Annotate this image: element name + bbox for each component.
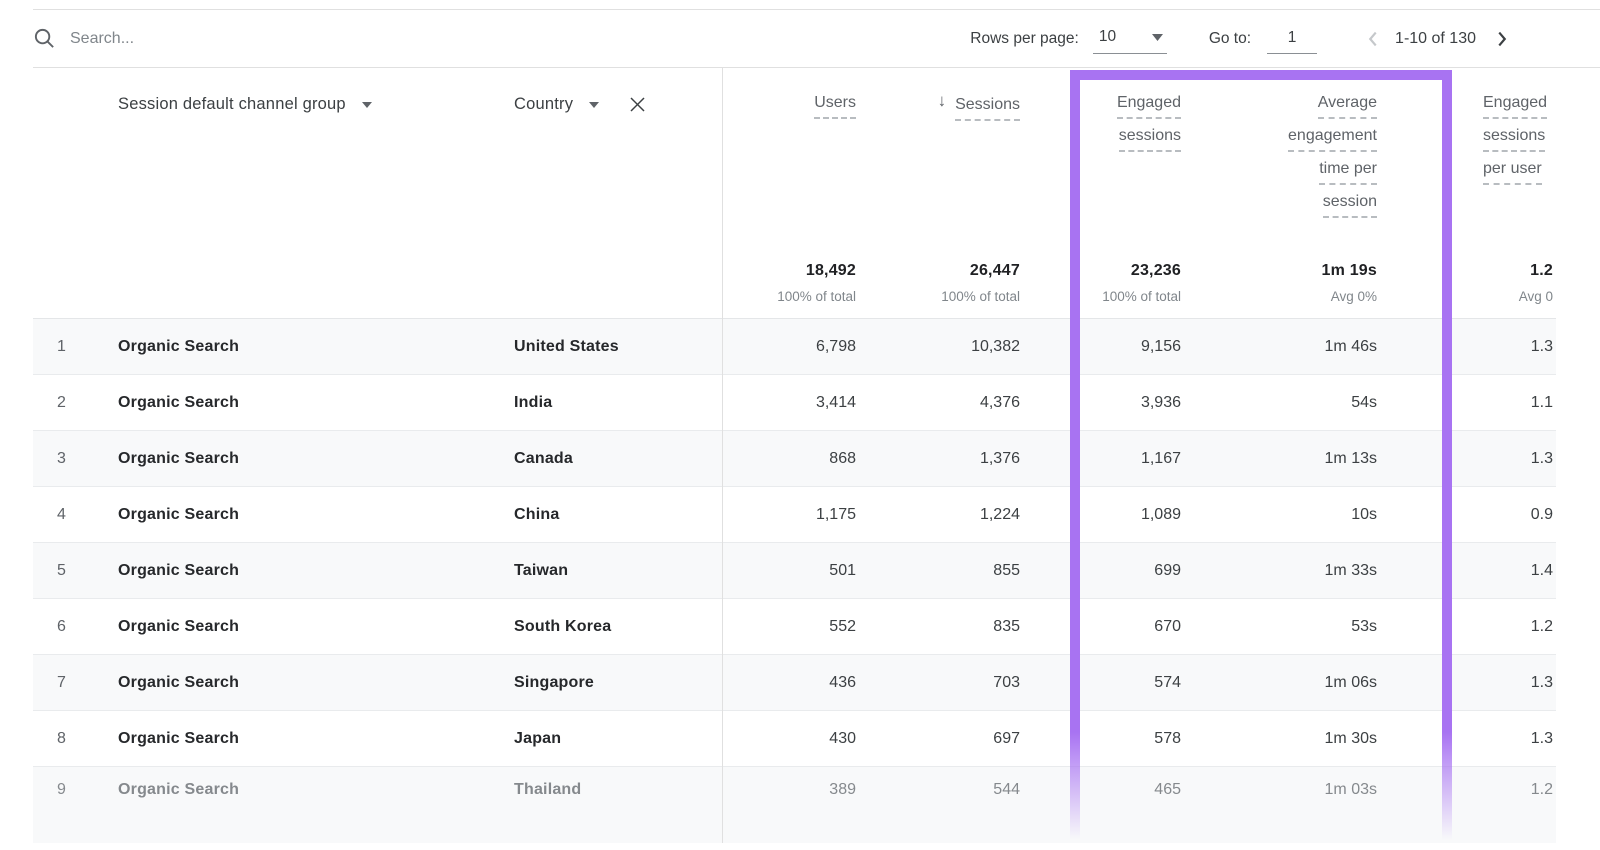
table-row: 4 Organic Search China 1,175 1,224 1,089… xyxy=(33,487,1556,543)
sessions-header-label: Sessions xyxy=(955,97,1020,121)
engaged-sessions-per-user-total: 1.2 Avg 0 xyxy=(1393,262,1556,318)
highlight-box-top xyxy=(1070,70,1452,80)
table-row: 5 Organic Search Taiwan 501 855 699 1m 3… xyxy=(33,543,1556,599)
table-row: 9 Organic Search Thailand 389 544 465 1m… xyxy=(33,767,1556,843)
column-header-sessions[interactable]: ↓ Sessions 26,447 100% of total xyxy=(872,68,1036,318)
table-row: 7 Organic Search Singapore 436 703 574 1… xyxy=(33,655,1556,711)
engaged-sessions-total: 23,236 100% of total xyxy=(1036,262,1197,318)
go-to-page-input[interactable]: 1 xyxy=(1267,24,1317,54)
column-header-engaged-sessions[interactable]: Engaged sessions 23,236 100% of total xyxy=(1036,68,1197,318)
column-header-avg-engagement-time[interactable]: Average engagement time per session 1m 1… xyxy=(1197,68,1393,318)
pagination-controls: Rows per page: 10 Go to: 1 1-10 of 130 xyxy=(970,24,1514,54)
pagination-range: 1-10 of 130 xyxy=(1395,30,1476,48)
search-input[interactable]: Search... xyxy=(33,27,970,50)
table-toolbar: Search... Rows per page: 10 Go to: 1 1-1… xyxy=(33,10,1600,68)
sessions-total: 26,447 100% of total xyxy=(872,262,1036,318)
column-header-channel-group[interactable]: Session default channel group xyxy=(90,68,490,318)
row-number-header xyxy=(33,68,90,318)
highlight-box-right xyxy=(1442,70,1452,840)
select-arrow-icon xyxy=(1152,34,1163,41)
highlight-box-left xyxy=(1070,70,1080,840)
rows-per-page-label: Rows per page: xyxy=(970,30,1079,48)
analytics-table-page: Search... Rows per page: 10 Go to: 1 1-1… xyxy=(0,0,1600,850)
dropdown-arrow-icon[interactable] xyxy=(362,102,372,108)
column-group-divider xyxy=(722,68,723,843)
search-placeholder: Search... xyxy=(70,30,134,48)
avg-engagement-time-total: 1m 19s Avg 0% xyxy=(1197,262,1393,318)
previous-page-button[interactable] xyxy=(1361,27,1385,51)
table-row: 1 Organic Search United States 6,798 10,… xyxy=(33,319,1556,375)
next-page-button[interactable] xyxy=(1490,27,1514,51)
users-total: 18,492 100% of total xyxy=(722,262,872,318)
table-row: 3 Organic Search Canada 868 1,376 1,167 … xyxy=(33,431,1556,487)
rows-per-page-value: 10 xyxy=(1099,28,1116,46)
go-to-page-value: 1 xyxy=(1288,29,1297,47)
go-to-label: Go to: xyxy=(1209,30,1251,48)
dropdown-arrow-icon[interactable] xyxy=(589,102,599,108)
channel-group-header-label: Session default channel group xyxy=(118,95,346,114)
sort-descending-icon: ↓ xyxy=(938,92,947,109)
close-icon[interactable] xyxy=(629,96,646,113)
table-header-row: Session default channel group Country Us… xyxy=(33,68,1556,318)
table-row: 8 Organic Search Japan 430 697 578 1m 30… xyxy=(33,711,1556,767)
column-header-country[interactable]: Country xyxy=(490,68,722,318)
chevron-right-icon xyxy=(1491,28,1513,50)
column-header-engaged-sessions-per-user[interactable]: Engaged sessions per user 1.2 Avg 0 xyxy=(1393,68,1556,318)
country-header-label: Country xyxy=(514,95,573,114)
column-header-users[interactable]: Users 18,492 100% of total xyxy=(722,68,872,318)
table-row: 2 Organic Search India 3,414 4,376 3,936… xyxy=(33,375,1556,431)
rows-per-page-select[interactable]: 10 xyxy=(1093,24,1167,54)
data-table: Session default channel group Country Us… xyxy=(33,68,1556,843)
search-icon xyxy=(33,27,56,50)
users-header-label: Users xyxy=(814,95,856,119)
chevron-left-icon xyxy=(1362,28,1384,50)
table-row: 6 Organic Search South Korea 552 835 670… xyxy=(33,599,1556,655)
table-body: 1 Organic Search United States 6,798 10,… xyxy=(33,318,1556,843)
